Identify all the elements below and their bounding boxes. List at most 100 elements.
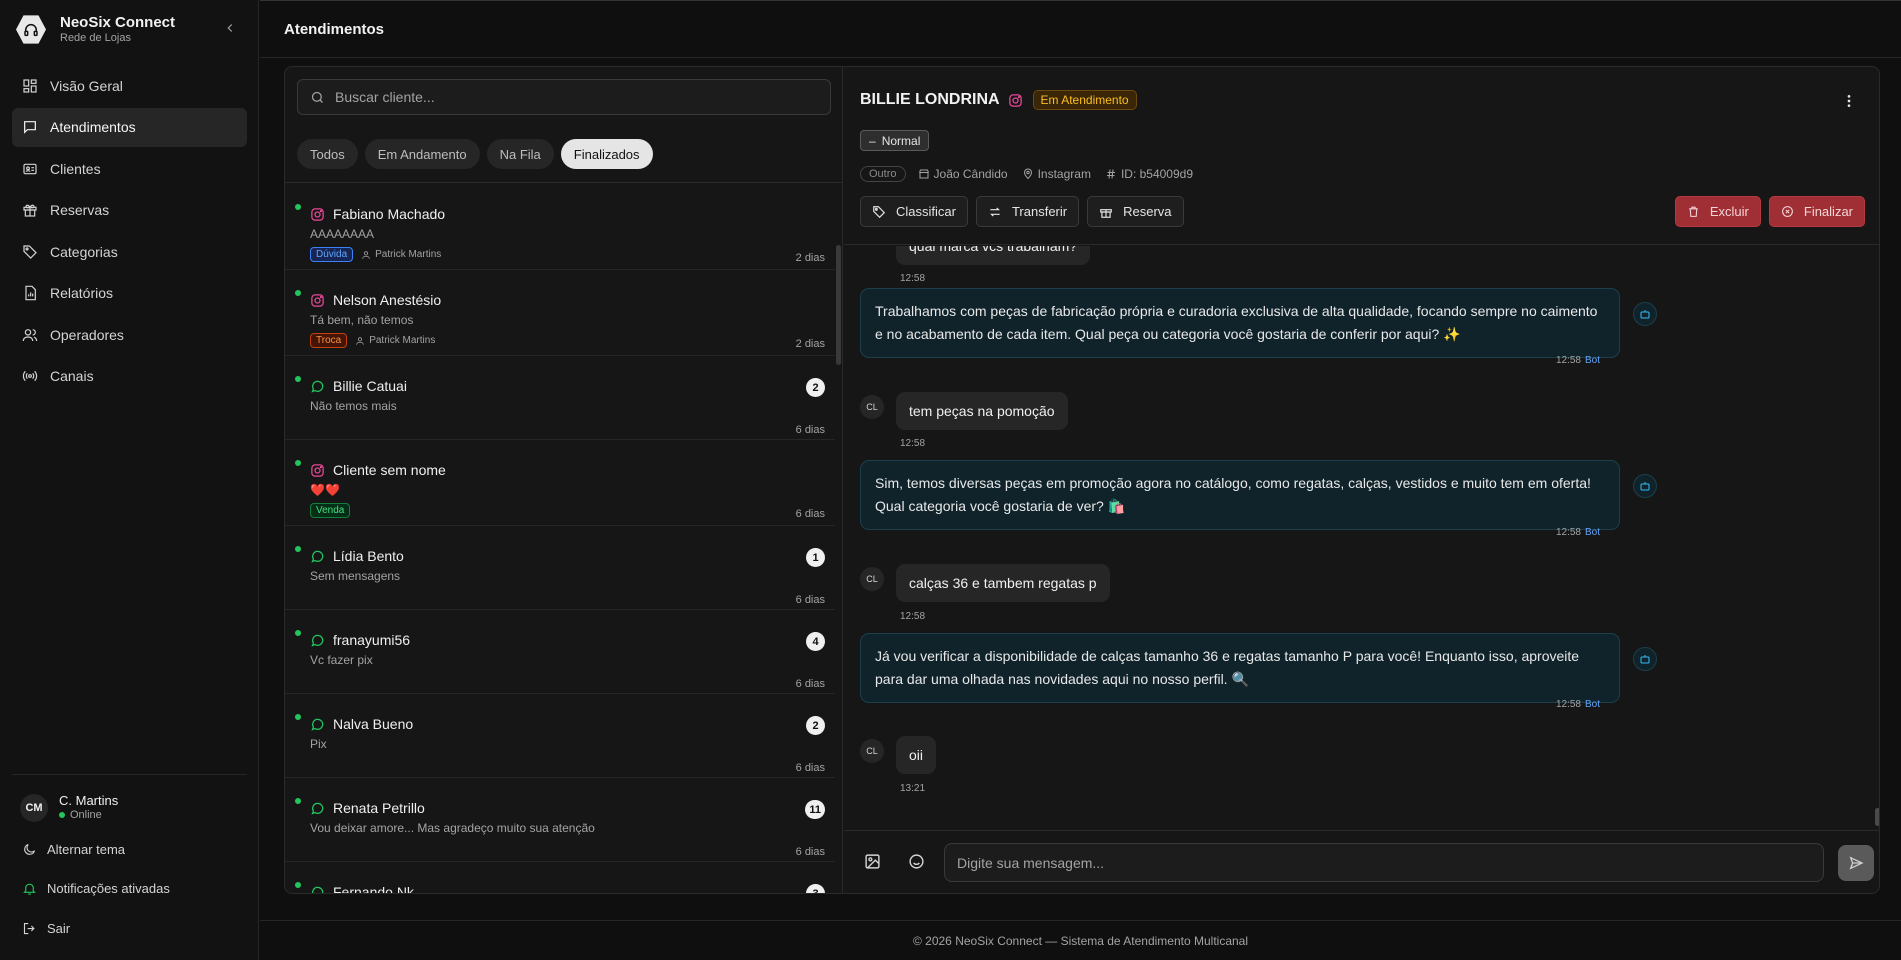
- smile-icon: [909, 854, 924, 869]
- message-time: 12:58: [900, 273, 926, 284]
- conversation-preview: ❤️❤️: [310, 483, 340, 497]
- emoji-button[interactable]: [908, 853, 925, 875]
- message-time: 12:58: [900, 611, 926, 622]
- collapse-sidebar-button[interactable]: [222, 20, 238, 36]
- filter-finalizados[interactable]: Finalizados: [560, 139, 653, 169]
- list-item[interactable]: Nalva Bueno 2 Pix 6 dias: [285, 694, 835, 778]
- chat-header: BILLIE LONDRINA Em Atendimento – Normal …: [844, 67, 1879, 245]
- chat-icon: [24, 121, 36, 134]
- gift-icon: [23, 204, 37, 217]
- operator-name: Patrick Martins: [369, 335, 436, 346]
- list-scrollbar[interactable]: [835, 183, 843, 893]
- toggle-theme-label: Alternar tema: [47, 842, 126, 857]
- scrollbar-thumb[interactable]: [1875, 808, 1879, 826]
- priority-badge[interactable]: – Normal: [860, 130, 930, 151]
- logout-label: Sair: [47, 921, 71, 936]
- sidebar-item-reservas[interactable]: Reservas: [12, 191, 247, 230]
- sidebar-item-operadores[interactable]: Operadores: [12, 315, 247, 354]
- attach-image-button[interactable]: [864, 853, 881, 875]
- conversation-preview: Vc fazer pix: [310, 653, 373, 667]
- unread-badge: 2: [806, 716, 825, 735]
- category-tag: Dúvida: [310, 247, 354, 262]
- sidebar-item-clientes[interactable]: Clientes: [12, 149, 247, 188]
- sidebar-item-label: Operadores: [50, 326, 124, 343]
- client-message: oii: [896, 736, 937, 774]
- send-button[interactable]: [1838, 845, 1874, 881]
- conversation-scroll: Fabiano Machado AAAAAAAA Dúvida Patrick …: [285, 183, 835, 893]
- delete-button[interactable]: Excluir: [1674, 196, 1761, 227]
- id-card-icon: [23, 163, 37, 174]
- toggle-theme-button[interactable]: Alternar tema: [22, 842, 125, 857]
- sidebar-item-atendimentos[interactable]: Atendimentos: [12, 107, 247, 147]
- sidebar-item-label: Canais: [50, 368, 94, 384]
- filter-em-andamento[interactable]: Em Andamento: [364, 139, 480, 169]
- footer: © 2026 NeoSix Connect — Sistema de Atend…: [260, 920, 1901, 960]
- bot-icon: [1633, 474, 1657, 498]
- whatsapp-icon: [311, 802, 324, 815]
- main-panel: Todos Em Andamento Na Fila Finalizados F…: [284, 66, 1880, 894]
- online-dot-icon: [295, 376, 301, 382]
- filter-na-fila[interactable]: Na Fila: [486, 139, 554, 169]
- scrollbar-thumb[interactable]: [836, 245, 841, 365]
- user-profile[interactable]: CM C. Martins Online: [20, 793, 118, 822]
- list-item[interactable]: Fernando Nk 3: [285, 862, 835, 893]
- conversation-preview: Tá bem, não temos: [310, 313, 414, 327]
- moon-icon: [24, 843, 36, 855]
- message-text: calças 36 e tambem regatas p: [909, 575, 1097, 591]
- conversation-id: ID: b54009d9: [1120, 167, 1193, 181]
- notifications-label: Notificações ativadas: [47, 881, 170, 896]
- conversation-preview: AAAAAAAA: [310, 227, 375, 241]
- logout-button[interactable]: Sair: [22, 921, 70, 936]
- message-text: oii: [909, 747, 924, 763]
- report-icon: [25, 285, 36, 301]
- gift-icon: [1100, 208, 1112, 218]
- sidebar-item-canais[interactable]: Canais: [12, 357, 247, 396]
- list-item[interactable]: Fabiano Machado AAAAAAAA Dúvida Patrick …: [285, 184, 835, 270]
- message-time: 12:58 Bot: [1556, 355, 1600, 366]
- finish-button[interactable]: Finalizar: [1768, 196, 1865, 227]
- user-name: C. Martins: [59, 793, 119, 808]
- chat-scrollbar[interactable]: [1873, 246, 1879, 830]
- avatar: CL: [860, 395, 884, 419]
- list-item[interactable]: Lídia Bento 1 Sem mensagens 6 dias: [285, 526, 835, 610]
- unread-badge: 11: [805, 800, 825, 819]
- channel-label: Instagram: [1022, 167, 1091, 181]
- sidebar-item-label: Visão Geral: [50, 77, 123, 94]
- image-icon: [865, 854, 880, 869]
- conversation-time: 2 dias: [795, 252, 825, 264]
- hash-icon: [1106, 169, 1115, 179]
- transfer-button[interactable]: Transferir: [975, 196, 1080, 227]
- reserve-button[interactable]: Reserva: [1087, 196, 1184, 227]
- conversation-preview: Pix: [310, 737, 327, 751]
- users-icon: [22, 328, 38, 341]
- message-text: Trabalhamos com peças de fabricação próp…: [875, 303, 1598, 342]
- list-item[interactable]: Cliente sem nome ❤️❤️ Venda 6 dias: [285, 440, 835, 526]
- search-input[interactable]: [335, 89, 815, 105]
- list-item[interactable]: Billie Catuai 2 Não temos mais 6 dias: [285, 356, 835, 440]
- conversation-name: Lídia Bento: [333, 548, 404, 564]
- sidebar-item-label: Categorias: [50, 243, 118, 260]
- list-item[interactable]: franayumi56 4 Vc fazer pix 6 dias: [285, 610, 835, 694]
- conversation-time: 6 dias: [795, 678, 825, 690]
- notifications-button[interactable]: Notificações ativadas: [22, 881, 170, 896]
- search-box[interactable]: [297, 79, 831, 115]
- broadcast-icon: [22, 370, 38, 382]
- bot-message: Sim, temos diversas peças em promoção ag…: [860, 460, 1620, 530]
- message-input[interactable]: [944, 843, 1824, 882]
- sidebar-item-categorias[interactable]: Categorias: [12, 232, 247, 271]
- brand[interactable]: NeoSix Connect Rede de Lojas: [16, 14, 175, 45]
- online-dot-icon: [295, 630, 301, 636]
- sidebar-item-relatorios[interactable]: Relatórios: [12, 274, 247, 313]
- sidebar-item-visao-geral[interactable]: Visão Geral: [12, 66, 247, 105]
- unread-badge: 2: [806, 378, 825, 397]
- conversation-name: Renata Petrillo: [333, 800, 425, 816]
- online-dot-icon: [295, 714, 301, 720]
- list-item[interactable]: Nelson Anestésio Tá bem, não temos Troca…: [285, 270, 835, 356]
- more-options-button[interactable]: [1841, 93, 1857, 114]
- classify-button[interactable]: Classificar: [860, 196, 968, 227]
- filter-todos[interactable]: Todos: [297, 139, 358, 169]
- list-item[interactable]: Renata Petrillo 11 Vou deixar amore... M…: [285, 778, 835, 862]
- conversation-time: 6 dias: [795, 846, 825, 858]
- conversation-time: 2 dias: [795, 338, 825, 350]
- id-label: ID: b54009d9: [1105, 167, 1193, 181]
